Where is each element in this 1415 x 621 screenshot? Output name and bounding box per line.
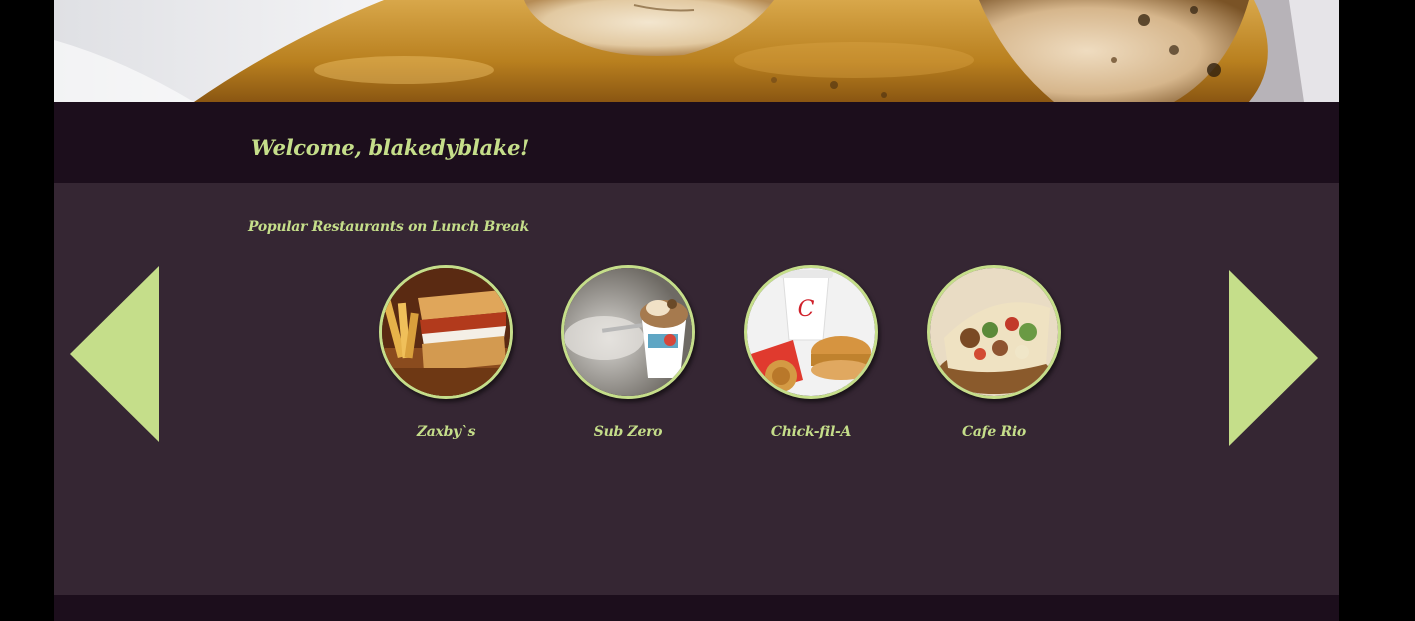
restaurant-card-sub-zero[interactable]: Sub Zero [561, 265, 695, 455]
carousel-next-button[interactable] [1229, 270, 1318, 446]
restaurant-name[interactable]: Cafe Rio [927, 424, 1061, 440]
restaurant-thumbnail[interactable]: C [744, 265, 878, 399]
restaurant-card-zaxbys[interactable]: Zaxby`s [379, 265, 513, 455]
svg-text:C: C [798, 297, 815, 322]
welcome-bar: Welcome, blakedyblake! [54, 102, 1339, 183]
restaurant-name[interactable]: Sub Zero [561, 424, 695, 440]
restaurant-thumbnail[interactable] [561, 265, 695, 399]
carousel-prev-button[interactable] [70, 266, 159, 442]
hero-banner [54, 0, 1339, 102]
restaurant-card-cafe-rio[interactable]: Cafe Rio [927, 265, 1061, 455]
chick-fil-a-meal-image: C [747, 268, 875, 396]
section-title: Popular Restaurants on Lunch Break [248, 219, 529, 235]
popular-restaurants-section: Popular Restaurants on Lunch Break Zaxby… [54, 183, 1339, 595]
hero-food-image [54, 0, 1339, 102]
tacos-image [930, 268, 1058, 396]
ice-cream-image [564, 268, 692, 396]
restaurant-card-chick-fil-a[interactable]: C Chick-fil-A [744, 265, 878, 455]
page: Welcome, blakedyblake! Popular Restauran… [54, 0, 1339, 621]
restaurant-name[interactable]: Chick-fil-A [744, 424, 878, 440]
welcome-message: Welcome, blakedyblake! [251, 135, 530, 160]
restaurant-thumbnail[interactable] [379, 265, 513, 399]
restaurant-thumbnail[interactable] [927, 265, 1061, 399]
footer-bar [54, 595, 1339, 621]
restaurant-name[interactable]: Zaxby`s [379, 424, 513, 440]
chicken-sandwich-image [382, 268, 510, 396]
